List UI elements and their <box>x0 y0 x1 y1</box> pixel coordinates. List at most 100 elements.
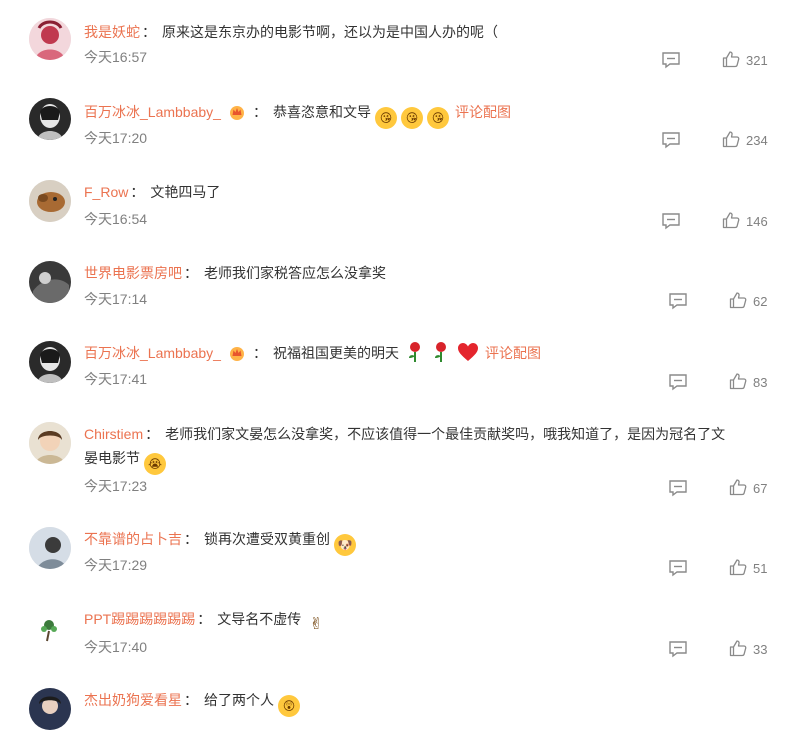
avatar[interactable] <box>29 18 71 60</box>
timestamp: 今天16:57 <box>84 49 148 65</box>
like-count: 83 <box>753 375 768 390</box>
like-count: 67 <box>753 481 768 496</box>
username-link[interactable]: 杰出奶狗爱看星 <box>84 692 182 708</box>
comment-bubble-icon[interactable] <box>668 559 688 577</box>
username-link[interactable]: F_Row <box>84 184 128 200</box>
comment-text: PPT踢踢踢踢踢踢： 文导名不虚传 ✌ <box>84 607 765 636</box>
comment-text: 百万冰冰_Lambbaby_：恭喜恣意和文导 😘 😘 😘 评论配图 <box>84 100 765 129</box>
like-button[interactable]: 51 <box>729 558 767 578</box>
colon: ： <box>184 692 198 708</box>
timestamp: 今天16:54 <box>84 211 148 227</box>
like-button[interactable]: 83 <box>729 372 767 392</box>
comment-content: 老师我们家文晏怎么没拿奖，不应该值得一个最佳贡献奖吗，哦我知道了，是因为冠名了文 <box>165 426 726 442</box>
doge-emoji-icon: 🐶 <box>334 534 356 556</box>
username-link[interactable]: 我是妖蛇 <box>84 24 140 40</box>
like-button[interactable]: 321 <box>722 50 768 70</box>
colon: ： <box>130 184 145 200</box>
like-count: 62 <box>753 294 768 309</box>
username-link[interactable]: 百万冰冰_Lambbaby_ <box>84 345 221 361</box>
comment-content: 祝福祖国更美的明天 <box>272 345 399 361</box>
avatar[interactable] <box>29 98 71 140</box>
thumbs-up-icon <box>729 373 747 390</box>
colon: ： <box>184 531 198 547</box>
comment-text: 杰出奶狗爱看星： 给了两个人 😲 <box>84 688 765 717</box>
crown-vip-badge-icon <box>229 347 244 361</box>
comment-bubble-icon[interactable] <box>668 373 688 391</box>
comment-bubble-icon[interactable] <box>661 212 681 230</box>
kiss-emoji-icon: 😘 <box>426 107 449 129</box>
thumbs-up-icon <box>729 559 747 576</box>
username-link[interactable]: 不靠谱的占卜吉 <box>84 531 182 547</box>
comment-content: 恭喜恣意和文导 <box>272 104 371 120</box>
rose-emoji-icon <box>434 342 446 362</box>
colon: ： <box>184 265 198 281</box>
comment-image-link[interactable]: 评论配图 <box>485 345 541 361</box>
crown-vip-badge-icon <box>229 106 244 120</box>
comment-content-continued: 晏电影节 <box>84 450 140 466</box>
thumbs-up-icon <box>722 212 740 229</box>
avatar[interactable] <box>29 261 71 303</box>
comment-content: 文艳四马了 <box>150 184 221 200</box>
crying-emoji-icon: 😭 <box>144 453 166 475</box>
like-count: 234 <box>746 133 768 148</box>
comment-bubble-icon[interactable] <box>668 479 688 497</box>
avatar[interactable] <box>29 341 71 383</box>
colon: ： <box>252 104 267 120</box>
like-count: 51 <box>753 561 768 576</box>
rose-emoji-icon <box>408 342 420 362</box>
thumbs-up-icon <box>722 51 740 68</box>
like-button[interactable]: 33 <box>729 639 767 659</box>
avatar[interactable] <box>29 527 71 569</box>
avatar[interactable] <box>29 688 71 730</box>
thumbs-up-icon <box>722 131 740 148</box>
like-count: 146 <box>746 214 768 229</box>
comment-content: 文导名不虚传 <box>217 611 302 627</box>
username-link[interactable]: 世界电影票房吧 <box>84 265 182 281</box>
comment-text: 我是妖蛇： 原来这是东京办的电影节啊，还以为是中国人办的呢（ <box>84 20 765 44</box>
timestamp: 今天17:41 <box>84 371 148 387</box>
kiss-emoji-icon: 😘 <box>400 107 423 129</box>
comment-text: 世界电影票房吧： 老师我们家税答应怎么没拿奖 <box>84 261 765 285</box>
avatar[interactable] <box>29 422 71 464</box>
avatar[interactable] <box>29 180 71 222</box>
comment-bubble-icon[interactable] <box>668 292 688 310</box>
avatar[interactable] <box>29 607 71 649</box>
comment-content: 原来这是东京办的电影节啊，还以为是中国人办的呢（ <box>162 24 498 40</box>
comment-text: F_Row： 文艳四马了 <box>84 180 765 204</box>
comment-bubble-icon[interactable] <box>668 640 688 658</box>
victory-hand-emoji-icon: ✌ <box>309 616 323 633</box>
heart-emoji-icon <box>457 343 478 361</box>
comment-text: 不靠谱的占卜吉： 锁再次遭受双黄重创 🐶 <box>84 527 765 556</box>
colon: ： <box>252 345 267 361</box>
comment-content: 老师我们家税答应怎么没拿奖 <box>204 265 386 281</box>
comment-list: 我是妖蛇：原来这是东京办的电影节啊，还以为是中国人办的呢（ 今天16:57 32… <box>0 0 787 730</box>
kiss-emoji-icon: 😘 <box>374 107 397 129</box>
comment-bubble-icon[interactable] <box>661 131 681 149</box>
like-count: 321 <box>746 53 768 68</box>
like-button[interactable]: 234 <box>722 130 768 150</box>
username-link[interactable]: Chirstiem <box>84 426 143 442</box>
colon: ： <box>197 611 212 627</box>
timestamp: 今天17:14 <box>84 291 148 307</box>
timestamp: 今天17:20 <box>84 130 148 146</box>
thumbs-up-icon <box>729 479 747 496</box>
comment-content: 锁再次遭受双黄重创 <box>204 531 330 547</box>
timestamp: 今天17:29 <box>84 557 148 573</box>
thumbs-up-icon <box>729 640 747 657</box>
colon: ： <box>145 426 160 442</box>
like-button[interactable]: 67 <box>729 478 767 498</box>
like-count: 33 <box>753 642 768 657</box>
like-button[interactable]: 62 <box>729 291 767 311</box>
surprised-emoji-icon: 😲 <box>278 695 300 717</box>
username-link[interactable]: PPT踢踢踢踢踢踢 <box>84 611 195 627</box>
comment-text: 百万冰冰_Lambbaby_ ： 祝福祖国更美的明天 评论配图 <box>84 341 765 365</box>
colon: ： <box>142 24 156 40</box>
timestamp: 今天17:40 <box>84 639 148 655</box>
timestamp: 今天17:23 <box>84 478 148 494</box>
comment-text: Chirstiem： 老师我们家文晏怎么没拿奖，不应该值得一个最佳贡献奖吗，哦我知… <box>84 422 765 475</box>
like-button[interactable]: 146 <box>722 211 768 231</box>
comment-image-link[interactable]: 评论配图 <box>455 104 511 120</box>
comment-bubble-icon[interactable] <box>661 51 681 69</box>
username-link[interactable]: 百万冰冰_Lambbaby_ <box>84 104 221 120</box>
comment-content: 给了两个人 <box>204 692 274 708</box>
